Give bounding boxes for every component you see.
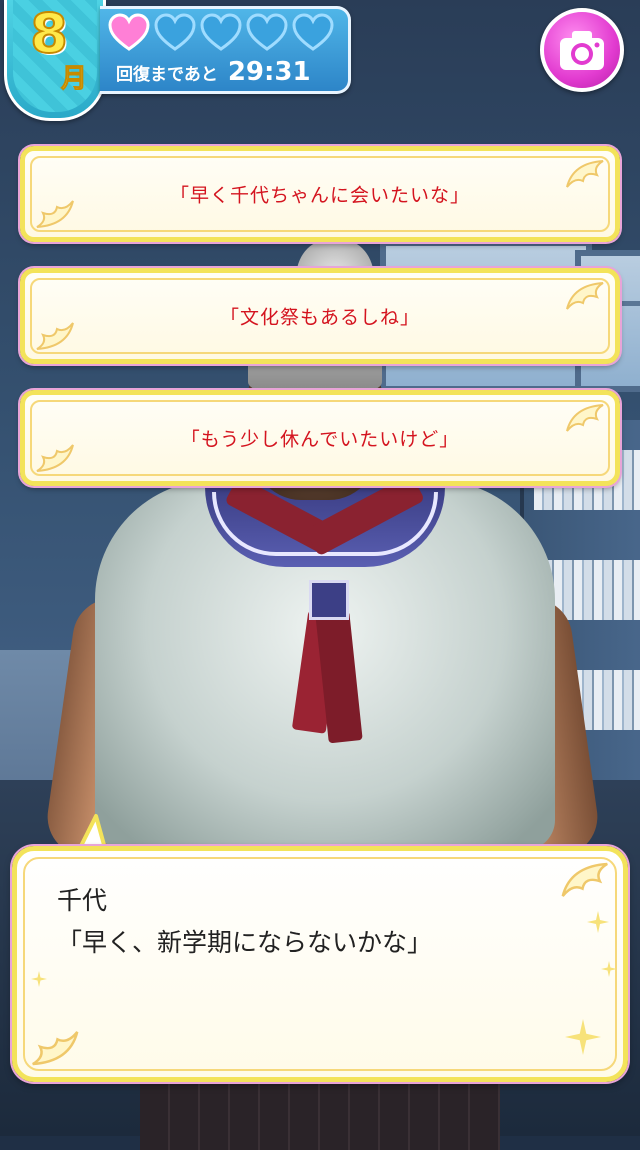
- choice-label: 「早く千代ちゃんに会いたいな」: [169, 184, 470, 207]
- corner-ornament-icon: [32, 1031, 79, 1066]
- camera-icon: [560, 31, 604, 70]
- choice-button-3[interactable]: 「もう少し休んでいたいけど」: [20, 390, 620, 486]
- corner-ornament-icon: [561, 862, 608, 897]
- recovery-label: 回復まであと: [116, 65, 218, 85]
- dialog-text: 「早く、新学期にならないかな」: [57, 928, 433, 957]
- sparkle-icon: [565, 1019, 601, 1055]
- recovery-time: 29:31: [227, 57, 311, 87]
- dialog-box[interactable]: 千代 「早く、新学期にならないかな」: [12, 846, 628, 1082]
- sparkle-icon: [601, 961, 617, 977]
- speaker-name: 千代: [57, 886, 108, 915]
- month-number: 8: [29, 1, 69, 66]
- recovery-timer: 回復まであと 29:31: [116, 57, 311, 87]
- heart-empty-icon: [200, 13, 242, 51]
- heart-empty-icon: [292, 13, 334, 51]
- choice-label: 「もう少し休んでいたいけど」: [180, 428, 460, 451]
- choice-button-1[interactable]: 「早く千代ちゃんに会いたいな」: [20, 146, 620, 242]
- choice-label: 「文化祭もあるしね」: [219, 306, 420, 329]
- scarf-knot: [309, 580, 349, 620]
- heart-filled-icon: [108, 13, 150, 51]
- sparkle-icon: [31, 971, 47, 987]
- month-unit: 月: [60, 64, 88, 95]
- heart-empty-icon: [246, 13, 288, 51]
- sparkle-icon: [587, 911, 609, 933]
- choice-button-2[interactable]: 「文化祭もあるしね」: [20, 268, 620, 364]
- stamina-panel: 回復まであと 29:31: [100, 6, 351, 94]
- month-badge: 8 月: [4, 0, 106, 121]
- heart-empty-icon: [154, 13, 196, 51]
- camera-button[interactable]: [540, 8, 624, 92]
- stamina-hearts: [108, 13, 334, 53]
